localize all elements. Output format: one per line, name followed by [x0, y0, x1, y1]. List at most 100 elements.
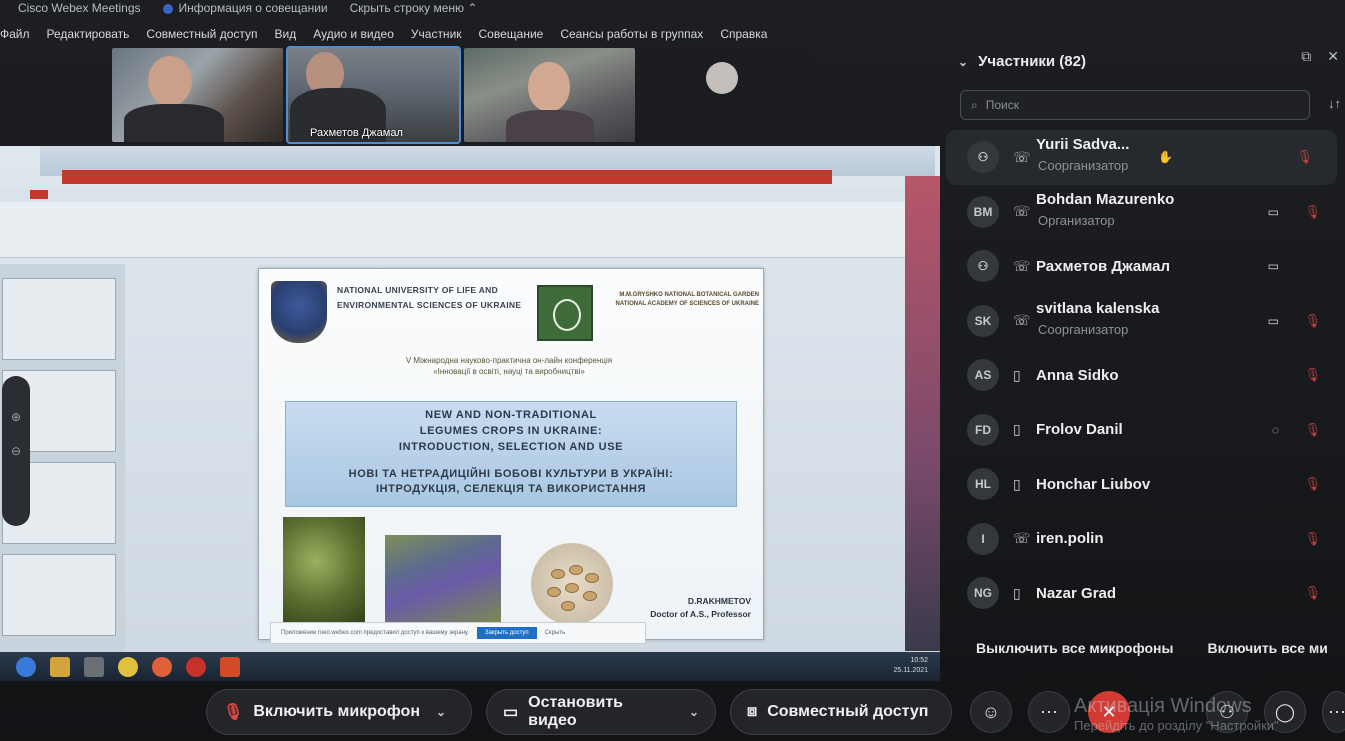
sort-icon[interactable]: ↓↑	[1328, 96, 1341, 111]
slide-title-box: NEW AND NON-TRADITIONAL LEGUMES CROPS IN…	[285, 401, 737, 507]
camera-icon: ▭	[503, 704, 519, 721]
mobile-icon: ▯	[1013, 584, 1021, 601]
chevron-down-icon: ⌄	[958, 54, 969, 69]
participants-panel: ⌄ Участники (82) ⧉ ✕ ⌕ Поиск ↓↑ ⚇ ☏ Yuri…	[946, 42, 1345, 670]
close-icon[interactable]: ✕	[1327, 48, 1339, 65]
stop-video-button[interactable]: ▭ Остановить видео ⌄	[486, 689, 716, 735]
mic-muted-icon[interactable]: 🎙	[1304, 313, 1321, 329]
more-options-button[interactable]: ⋯	[1028, 691, 1070, 733]
phone-audio-icon: ☏	[1013, 148, 1031, 165]
participant-row[interactable]: ⚇ ☏ Yurii Sadva... Соорганизатор ✋ 🎙	[946, 130, 1337, 185]
media-icon	[84, 656, 104, 677]
menu-audio-video[interactable]: Аудио и видео	[313, 27, 394, 41]
video-tile[interactable]	[640, 48, 811, 142]
legume-photo	[283, 517, 365, 627]
remote-desktop-wallpaper	[905, 176, 940, 651]
participant-body	[124, 104, 224, 142]
hide-menu-link[interactable]: Скрыть строку меню ⌃	[350, 1, 478, 15]
search-icon: ⌕	[971, 97, 978, 112]
camera-icon: ▭	[1267, 313, 1279, 328]
powerpoint-icon	[220, 656, 240, 677]
remote-window-titlebar	[62, 170, 832, 184]
slide-thumbnail[interactable]	[2, 554, 116, 636]
info-icon	[162, 3, 173, 14]
participant-face	[148, 56, 192, 106]
zoom-controls[interactable]: ⊕ ⊖	[2, 376, 30, 526]
share-button[interactable]: ⧈ Совместный доступ	[730, 689, 952, 735]
hide-notice-link[interactable]: Скрыть	[545, 630, 565, 636]
mute-all-button[interactable]: Выключить все микрофоны	[976, 640, 1173, 656]
meeting-info-link[interactable]: Информация о совещании	[162, 1, 328, 15]
popout-icon[interactable]: ⧉	[1301, 48, 1311, 65]
avatar: AS	[967, 359, 999, 392]
chevron-down-icon[interactable]: ⌄	[689, 705, 699, 719]
mic-muted-icon[interactable]: 🎙	[1304, 204, 1321, 220]
participant-body	[506, 110, 594, 142]
menu-breakout[interactable]: Сеансы работы в группах	[560, 27, 703, 41]
stop-sharing-button[interactable]: Закрыть доступ	[476, 627, 537, 639]
chrome-icon	[118, 656, 138, 677]
university-name: NATIONAL UNIVERSITY OF LIFE AND ENVIRONM…	[337, 285, 522, 310]
mic-muted-icon[interactable]: 🎙	[1304, 422, 1321, 438]
unmute-button[interactable]: 🎙 Включить микрофон ⌄	[206, 689, 472, 735]
participant-face	[528, 62, 570, 112]
more-icon: ⋯	[1328, 701, 1345, 722]
opera-icon	[186, 656, 206, 677]
ie-icon	[16, 656, 36, 677]
title-ua-line: НОВІ ТА НЕТРАДИЦІЙНІ БОБОВІ КУЛЬТУРИ В У…	[348, 468, 674, 480]
participant-avatar	[706, 62, 738, 94]
avatar-user-icon: ⚇	[967, 141, 999, 174]
university-crest-icon	[271, 281, 327, 343]
mic-muted-icon[interactable]: 🎙	[1304, 476, 1321, 492]
participant-row[interactable]: I ☏ iren.polin 🎙	[946, 512, 1345, 567]
mic-muted-icon[interactable]: 🎙	[1296, 149, 1313, 165]
menu-help[interactable]: Справка	[720, 27, 767, 41]
title-en-line: INTRODUCTION, SELECTION AND USE	[398, 441, 624, 453]
participant-row[interactable]: ⚇ ☏ Рахметов Джамал ▭	[946, 239, 1345, 294]
reactions-button[interactable]: ☺	[970, 691, 1012, 733]
menu-share[interactable]: Совместный доступ	[146, 27, 257, 41]
mic-muted-icon[interactable]: 🎙	[1304, 367, 1321, 383]
video-tile[interactable]	[464, 48, 635, 142]
smile-icon: ☺	[981, 701, 1001, 722]
conference-title: V Міжнародна науково-практична он-лайн к…	[405, 356, 613, 376]
remote-clock: 10:52 25.11.2021	[893, 657, 928, 674]
zoom-out-icon[interactable]: ⊖	[2, 444, 30, 458]
windows-activation-watermark: Активація Windows Перейдіть до розділу "…	[1074, 695, 1279, 733]
webex-window: Cisco Webex Meetings Информация о совеща…	[0, 0, 1345, 741]
beans-photo	[531, 543, 613, 625]
participant-row[interactable]: AS ▯ Anna Sidko 🎙	[946, 348, 1345, 403]
participant-search-input[interactable]: ⌕ Поиск	[960, 90, 1310, 120]
share-notice-bar: Приложение rueo.webex.com предоставил до…	[270, 622, 646, 644]
menu-bar: Файл Редактировать Совместный доступ Вид…	[0, 24, 940, 44]
participant-row[interactable]: FD ▯ Frolov Danil ◌ 🎙	[946, 403, 1345, 458]
video-strip: Рахметов Джамал	[112, 46, 811, 144]
unmute-all-button[interactable]: Включить все ми	[1207, 640, 1327, 656]
more-panels-button[interactable]: ⋯	[1322, 691, 1345, 733]
title-bar: Cisco Webex Meetings Информация о совеща…	[0, 0, 940, 16]
slide-thumbnail[interactable]	[2, 278, 116, 360]
presentation-slide: NATIONAL UNIVERSITY OF LIFE AND ENVIRONM…	[258, 268, 764, 640]
menu-file[interactable]: Файл	[0, 27, 30, 41]
menu-meeting[interactable]: Совещание	[479, 27, 544, 41]
participant-row[interactable]: SK ☏ svitlana kalenska Соорганизатор ▭ 🎙	[946, 294, 1345, 349]
chevron-up-icon: ⌃	[467, 1, 478, 15]
zoom-in-icon[interactable]: ⊕	[2, 410, 30, 424]
chevron-down-icon[interactable]: ⌄	[436, 705, 446, 719]
mic-muted-icon: 🎙	[223, 704, 244, 721]
menu-participant[interactable]: Участник	[411, 27, 462, 41]
participants-header[interactable]: ⌄ Участники (82)	[958, 53, 1086, 70]
participant-row[interactable]: BM ☏ Bohdan Mazurenko Организатор ▭ 🎙	[946, 185, 1345, 240]
avatar: SK	[967, 304, 999, 337]
video-tile-active[interactable]: Рахметов Джамал	[286, 46, 461, 144]
slide-author: D.RAKHMETOV Doctor of A.S., Professor	[650, 596, 751, 619]
participant-row[interactable]: NG ▯ Nazar Grad 🎙	[946, 566, 1345, 621]
mic-muted-icon[interactable]: 🎙	[1304, 531, 1321, 547]
menu-view[interactable]: Вид	[275, 27, 297, 41]
menu-edit[interactable]: Редактировать	[47, 27, 130, 41]
phone-audio-icon: ☏	[1013, 530, 1031, 547]
participant-row[interactable]: HL ▯ Honchar Liubov 🎙	[946, 457, 1345, 512]
video-tile[interactable]	[112, 48, 283, 142]
mic-muted-icon[interactable]: 🎙	[1304, 585, 1321, 601]
video-name-label: Рахметов Джамал	[310, 127, 403, 139]
